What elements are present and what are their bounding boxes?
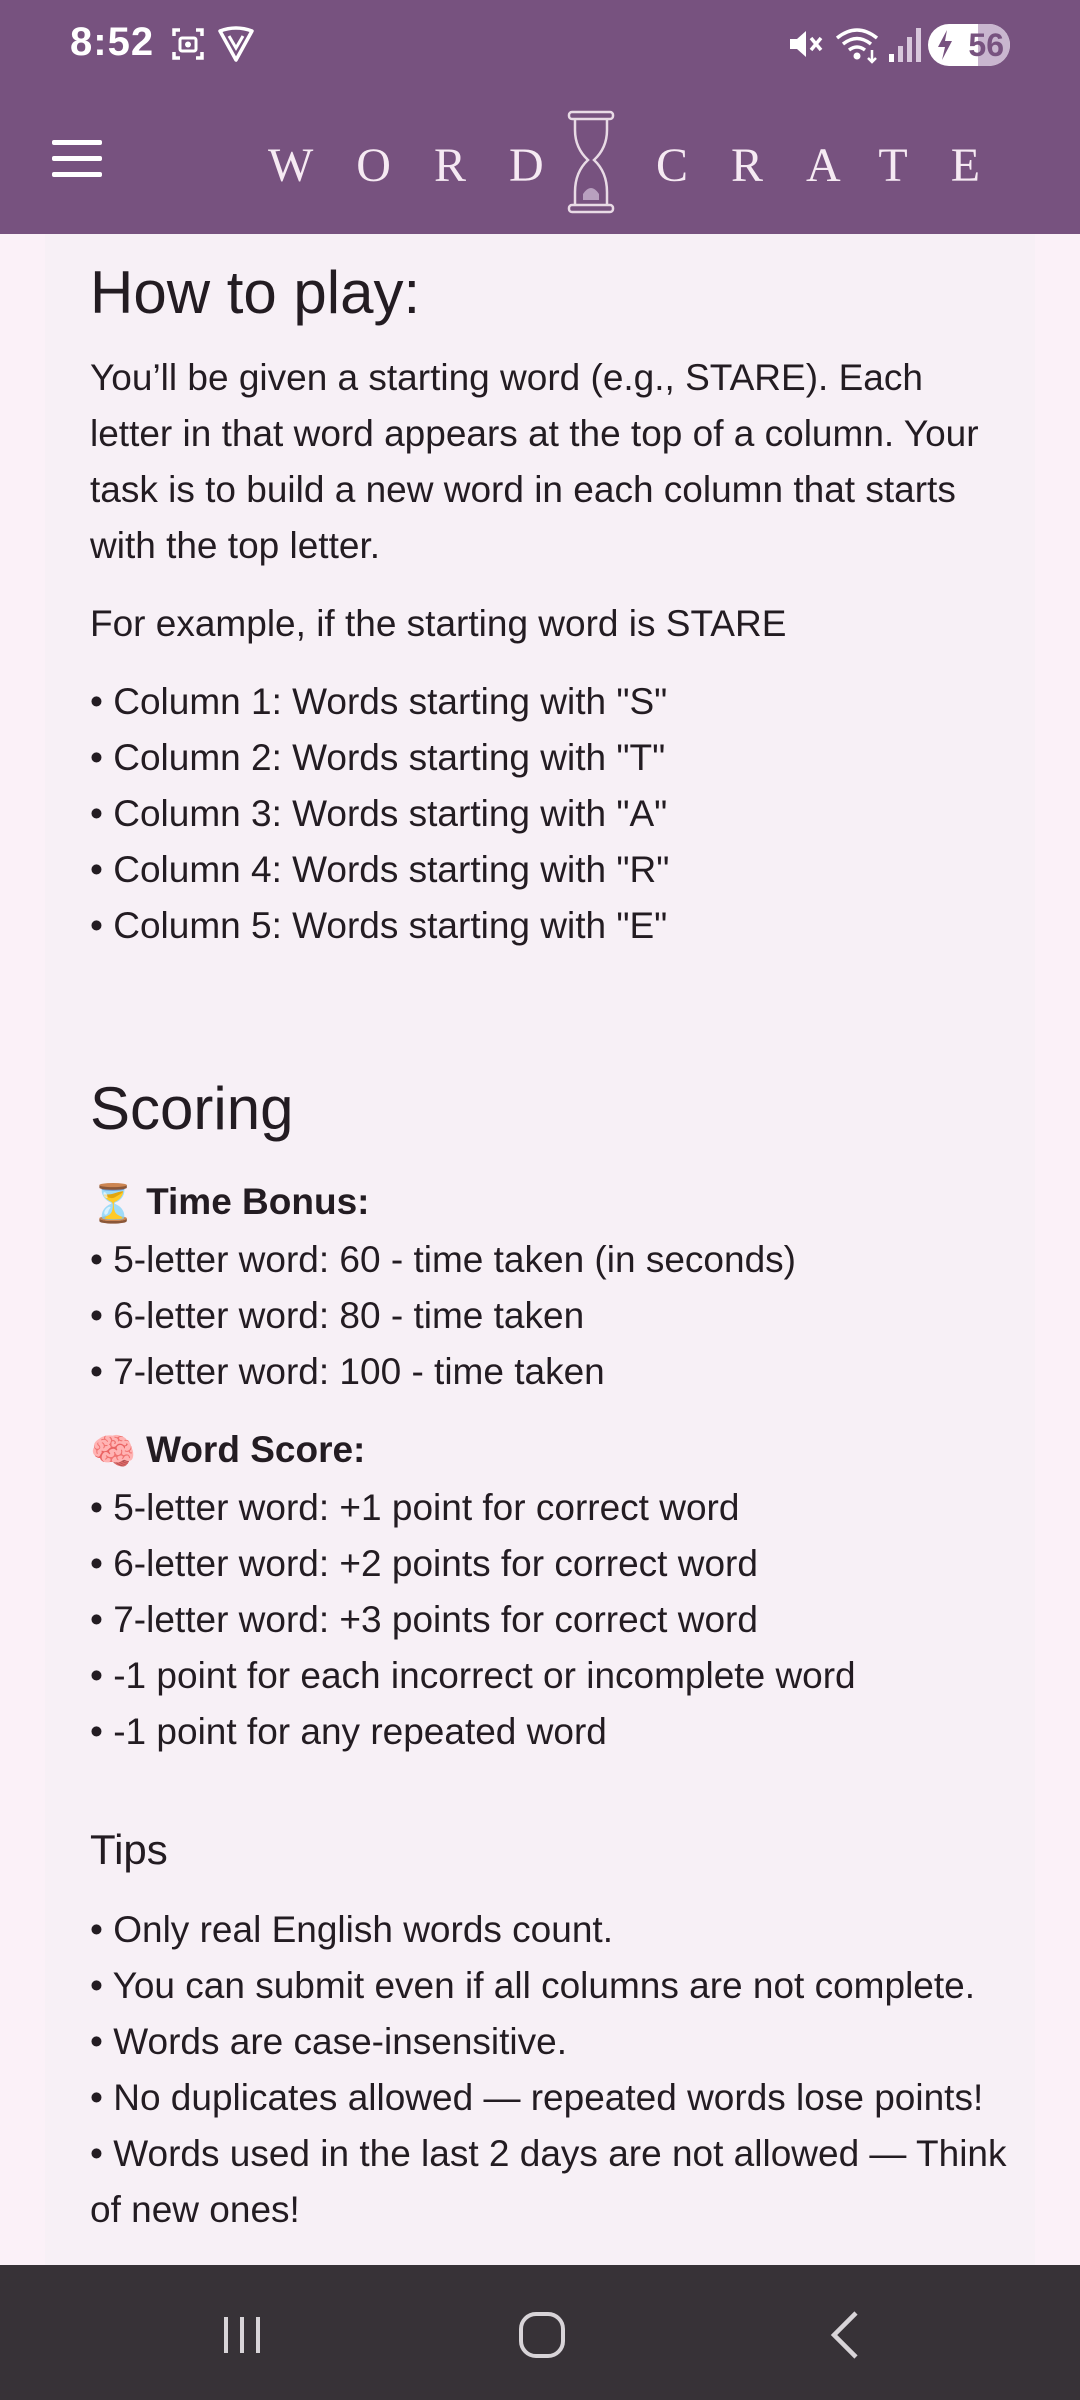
- list-item: • Column 1: Words starting with "S": [90, 681, 668, 722]
- status-time: 8:52: [70, 20, 155, 64]
- hamburger-menu-icon[interactable]: [48, 136, 110, 186]
- how-to-play-intro: You’ll be given a starting word (e.g., S…: [90, 357, 979, 566]
- column-list: • Column 1: Words starting with "S" • Co…: [90, 674, 1010, 954]
- list-item: • You can submit even if all columns are…: [90, 1965, 976, 2007]
- list-item: • 5-letter word: 60 - time taken (in sec…: [90, 1239, 796, 1281]
- list-item: • -1 point for each incorrect or incompl…: [90, 1655, 856, 1697]
- list-item: • Column 3: Words starting with "A": [90, 793, 668, 834]
- list-item: • 7-letter word: 100 - time taken: [90, 1351, 605, 1393]
- home-icon[interactable]: [512, 2305, 572, 2365]
- vpn-shield-icon: [218, 26, 254, 62]
- battery-indicator: 56: [928, 24, 1010, 66]
- app-screen: 8:52 56 WORD CRATE How to play: You’ll b…: [0, 0, 1080, 2400]
- app-header: WORD CRATE: [0, 90, 1080, 234]
- instructions-content: How to play: You’ll be given a starting …: [90, 234, 1010, 2238]
- list-item: • Column 5: Words starting with "E": [90, 905, 668, 946]
- word-score-heading: 🧠 Word Score:: [90, 1422, 1010, 1480]
- logo-text-right: CRATE: [656, 139, 1024, 192]
- battery-percent: 56: [968, 27, 1004, 63]
- list-item: • Column 4: Words starting with "R": [90, 849, 670, 890]
- list-item: • Column 2: Words starting with "T": [90, 737, 666, 778]
- list-item: • 6-letter word: +2 points for correct w…: [90, 1543, 758, 1585]
- wifi-icon: [835, 28, 879, 64]
- logo-text-left: WORD: [268, 139, 587, 192]
- list-item: • -1 point for any repeated word: [90, 1711, 607, 1753]
- example-intro: For example, if the starting word is STA…: [90, 603, 787, 644]
- list-item: • 7-letter word: +3 points for correct w…: [90, 1599, 758, 1641]
- back-icon[interactable]: [816, 2305, 876, 2365]
- list-item: • 6-letter word: 80 - time taken: [90, 1295, 585, 1337]
- charging-bolt-icon: [938, 30, 952, 60]
- screenshot-icon: [172, 28, 204, 60]
- recent-apps-icon[interactable]: [212, 2305, 272, 2365]
- signal-icon: [889, 28, 921, 62]
- brain-icon: 🧠: [90, 1431, 137, 1473]
- how-to-play-title: How to play:: [90, 259, 421, 326]
- tips-title: Tips: [90, 1826, 168, 1874]
- list-item: • Words are case-insensitive.: [90, 2021, 568, 2063]
- list-item: • No duplicates allowed — repeated words…: [90, 2077, 984, 2119]
- time-bonus-heading: ⏳ Time Bonus:: [90, 1174, 1010, 1232]
- hourglass-logo-icon: [567, 110, 615, 214]
- mute-icon: [790, 31, 823, 57]
- hourglass-icon: ⏳: [90, 1183, 137, 1225]
- list-item: • Words used in the last 2 days are not …: [90, 2133, 1007, 2231]
- list-item: • 5-letter word: +1 point for correct wo…: [90, 1487, 740, 1529]
- word-crate-logo: WORD CRATE: [260, 110, 980, 214]
- system-nav-bar: [0, 2265, 1080, 2400]
- status-bar: 8:52 56: [0, 0, 1080, 90]
- scoring-title: Scoring: [90, 1075, 294, 1142]
- list-item: • Only real English words count.: [90, 1909, 613, 1951]
